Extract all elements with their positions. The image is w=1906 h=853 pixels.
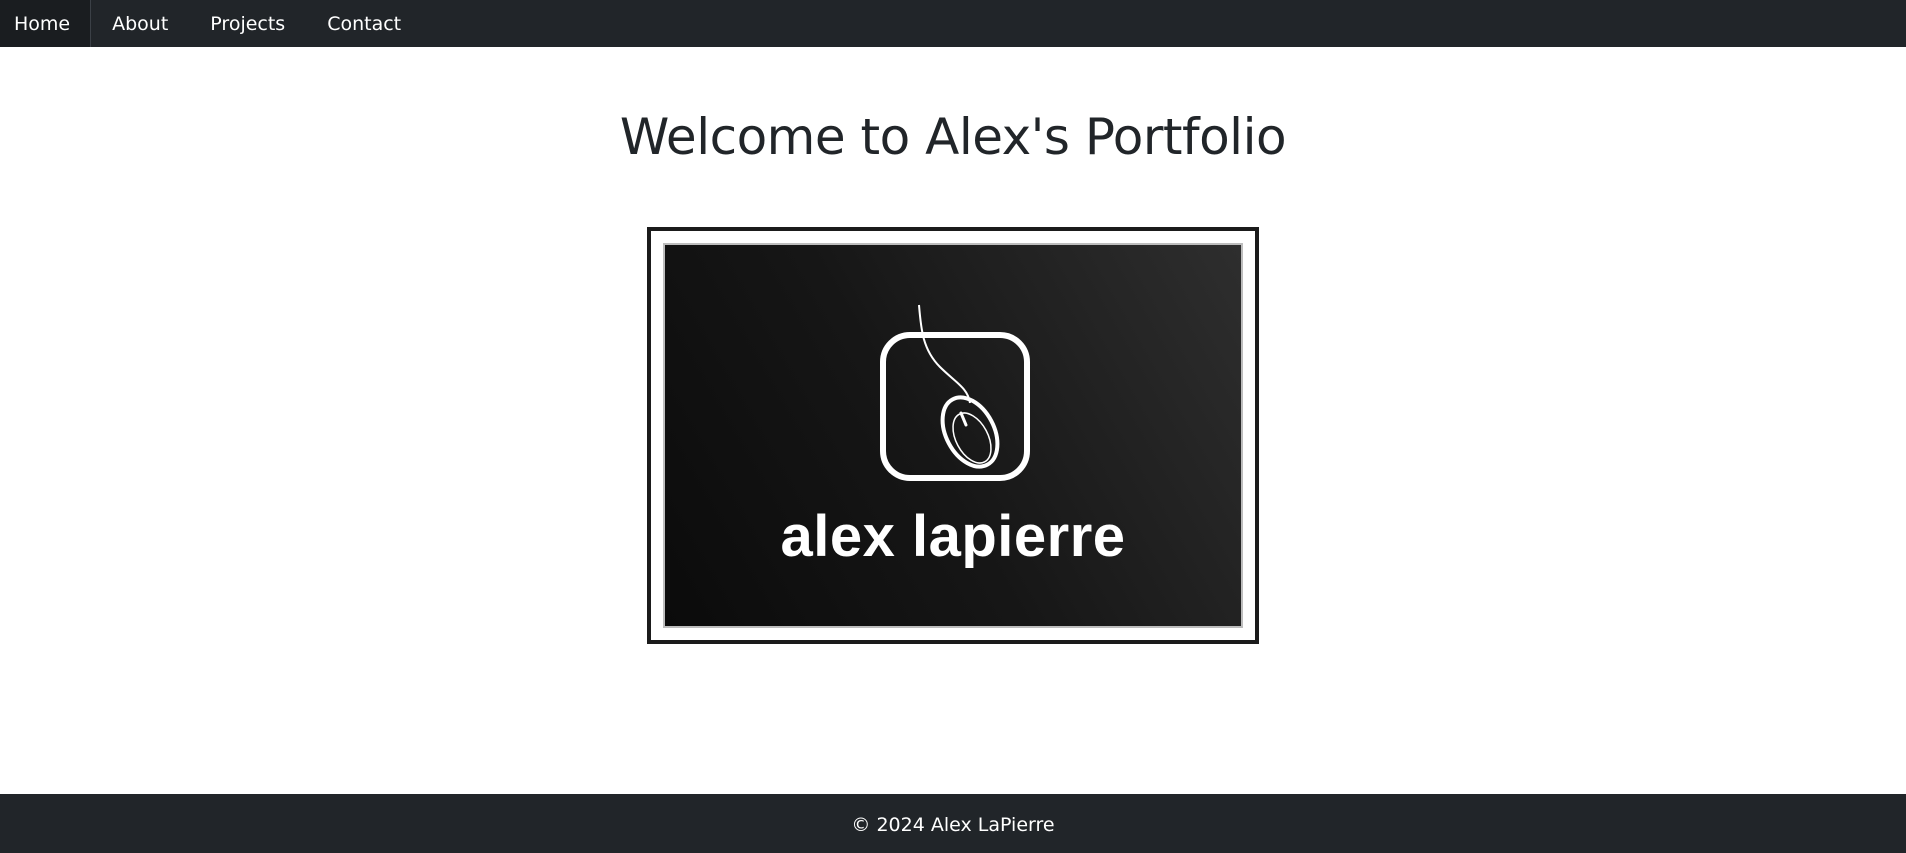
top-navbar: Home About Projects Contact xyxy=(0,0,1906,47)
page-title: Welcome to Alex's Portfolio xyxy=(619,108,1287,166)
nav-item-home[interactable]: Home xyxy=(0,0,92,47)
computer-mouse-icon xyxy=(880,304,1030,481)
nav-item-about[interactable]: About xyxy=(91,0,189,47)
nav-item-contact[interactable]: Contact xyxy=(306,0,422,47)
logo-image: alex lapierre xyxy=(647,227,1259,644)
footer-copyright: © 2024 Alex LaPierre xyxy=(851,813,1055,836)
logo-background: alex lapierre xyxy=(663,243,1243,628)
nav-item-projects[interactable]: Projects xyxy=(189,0,306,47)
page-footer: © 2024 Alex LaPierre xyxy=(0,794,1906,853)
logo-wordmark: alex lapierre xyxy=(780,504,1126,569)
